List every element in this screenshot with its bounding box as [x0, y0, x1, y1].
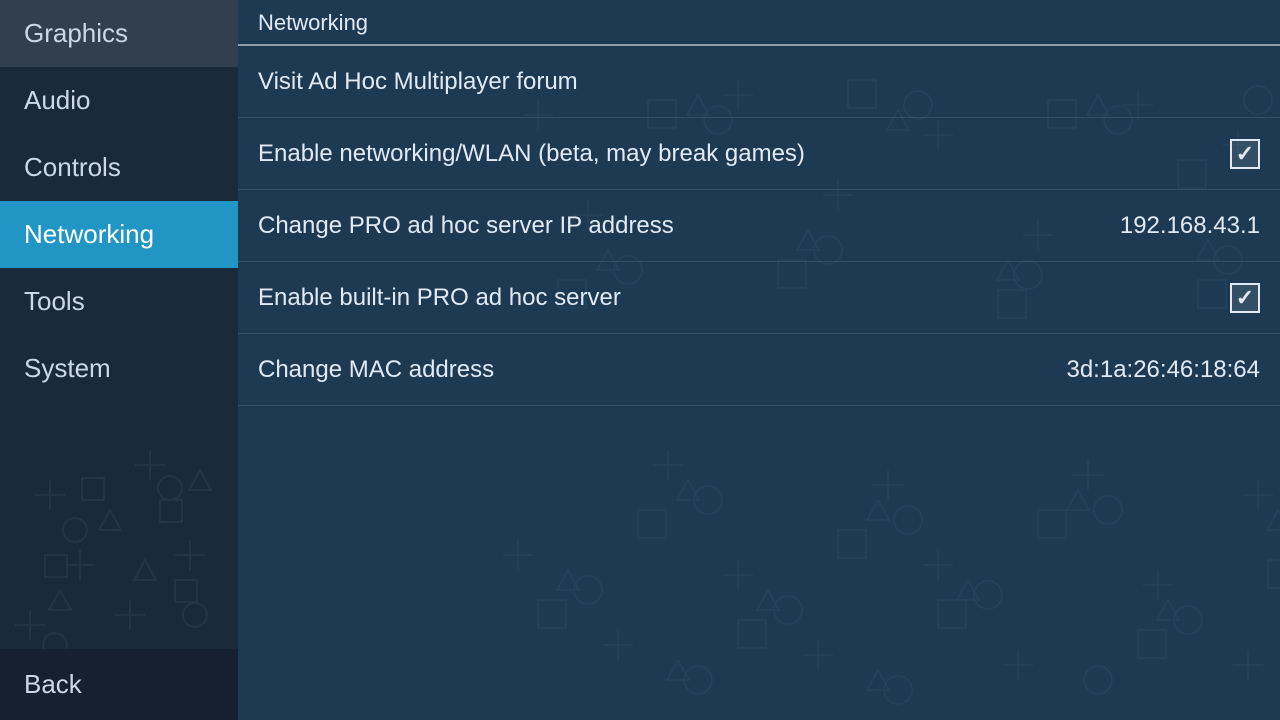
- main-content: Networking Visit Ad Hoc Multiplayer foru…: [238, 0, 1280, 720]
- content-header: Networking: [238, 0, 1280, 46]
- checkbox-enable-networking[interactable]: [1230, 139, 1260, 169]
- setting-enable-pro-server[interactable]: Enable built-in PRO ad hoc server: [238, 262, 1280, 334]
- settings-list: Visit Ad Hoc Multiplayer forum Enable ne…: [238, 46, 1280, 406]
- setting-label-adhoc-forum: Visit Ad Hoc Multiplayer forum: [258, 68, 578, 96]
- sidebar-item-graphics[interactable]: Graphics: [0, 0, 238, 67]
- setting-pro-adhoc-ip[interactable]: Change PRO ad hoc server IP address 192.…: [238, 190, 1280, 262]
- back-button[interactable]: Back: [0, 649, 238, 720]
- setting-value-change-mac: 3d:1a:26:46:18:64: [1066, 356, 1260, 384]
- checkbox-enable-pro-server[interactable]: [1230, 283, 1260, 313]
- setting-label-change-mac: Change MAC address: [258, 356, 494, 384]
- setting-value-pro-adhoc-ip: 192.168.43.1: [1120, 212, 1260, 240]
- setting-change-mac[interactable]: Change MAC address 3d:1a:26:46:18:64: [238, 334, 1280, 406]
- setting-adhoc-forum[interactable]: Visit Ad Hoc Multiplayer forum: [238, 46, 1280, 118]
- sidebar-nav: Graphics Audio Controls Networking Tools…: [0, 0, 238, 649]
- setting-label-enable-networking: Enable networking/WLAN (beta, may break …: [258, 140, 805, 168]
- page-title: Networking: [258, 10, 368, 35]
- sidebar-item-system[interactable]: System: [0, 335, 238, 402]
- setting-enable-networking[interactable]: Enable networking/WLAN (beta, may break …: [238, 118, 1280, 190]
- setting-label-pro-adhoc-ip: Change PRO ad hoc server IP address: [258, 212, 674, 240]
- sidebar-item-controls[interactable]: Controls: [0, 134, 238, 201]
- setting-label-enable-pro-server: Enable built-in PRO ad hoc server: [258, 284, 621, 312]
- sidebar-item-tools[interactable]: Tools: [0, 268, 238, 335]
- sidebar: Graphics Audio Controls Networking Tools…: [0, 0, 238, 720]
- sidebar-item-audio[interactable]: Audio: [0, 67, 238, 134]
- sidebar-item-networking[interactable]: Networking: [0, 201, 238, 268]
